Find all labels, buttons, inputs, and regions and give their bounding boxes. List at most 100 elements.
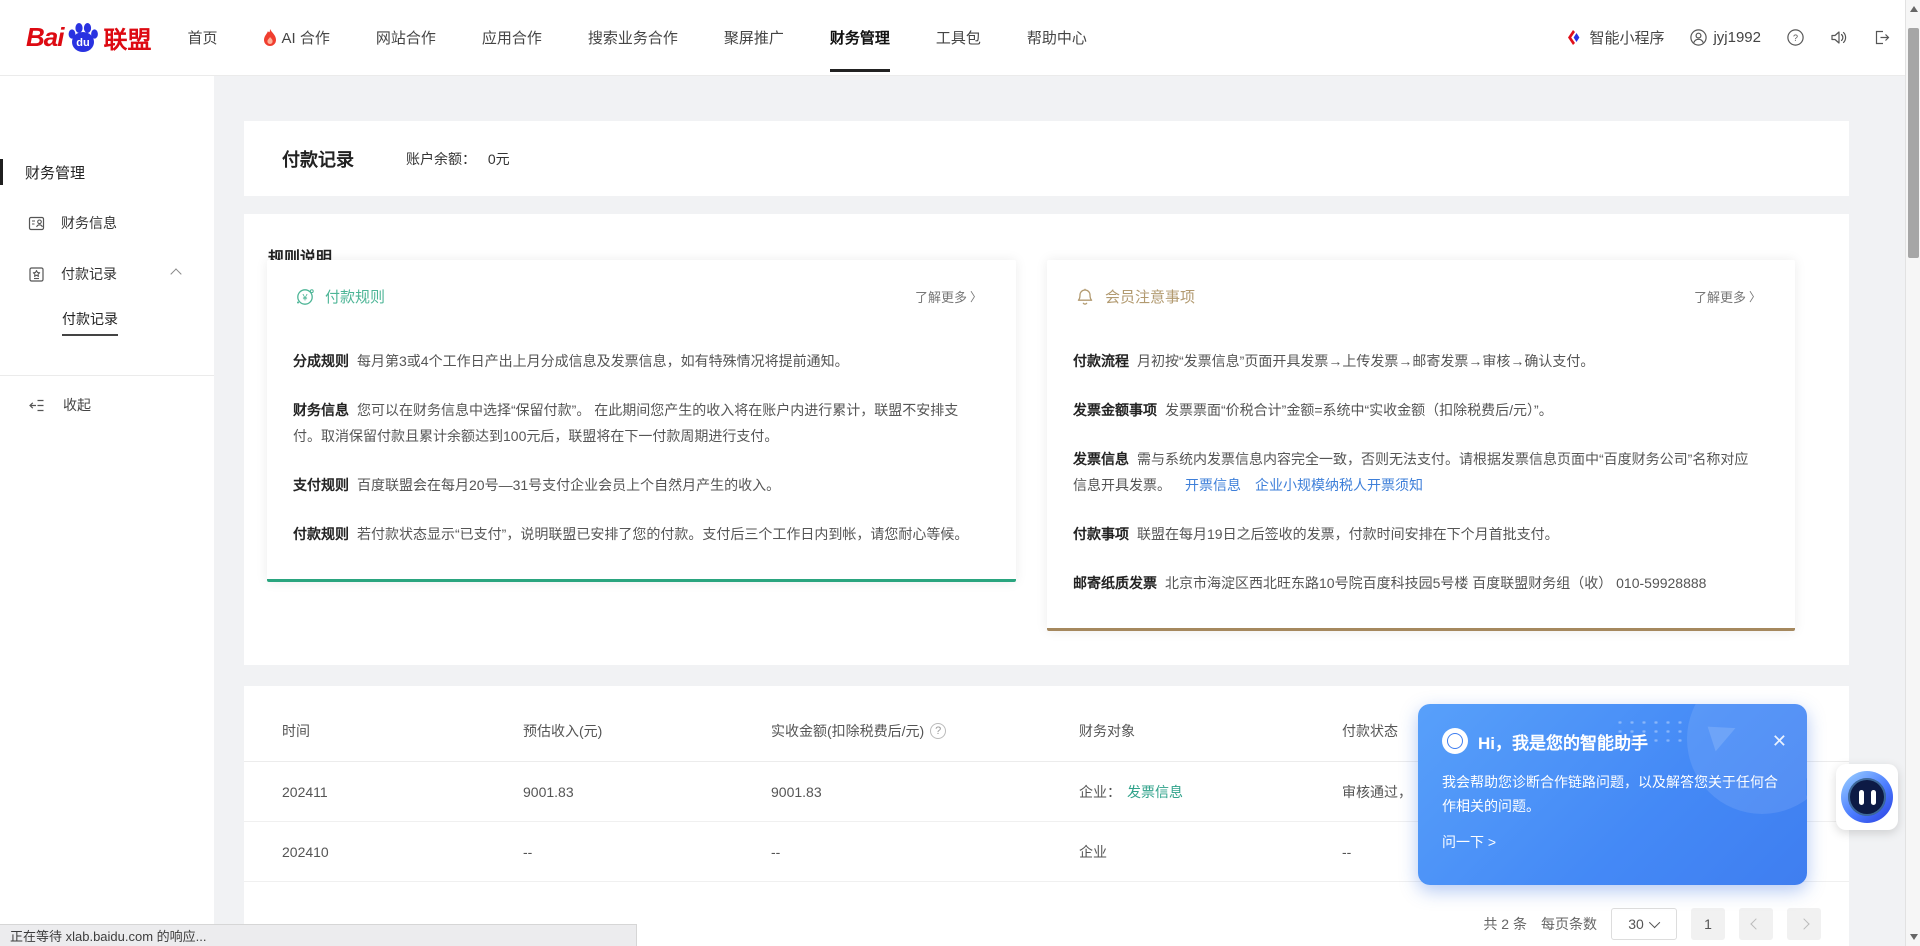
cell-estimated: 9001.83 bbox=[523, 784, 771, 800]
prev-page-button[interactable] bbox=[1739, 908, 1773, 940]
collapse-label: 收起 bbox=[63, 395, 91, 415]
scroll-up-arrow-icon[interactable] bbox=[1910, 6, 1918, 12]
help-icon: ? bbox=[1787, 29, 1804, 46]
sidebar-item-finance-info[interactable]: 财务信息 bbox=[0, 208, 214, 238]
nav-ai-cooperation[interactable]: AI 合作 bbox=[263, 0, 329, 75]
rule-paragraph: 付款事项联盟在每月19日之后签收的发票，付款时间安排在下个月首批支付。 bbox=[1073, 521, 1757, 547]
smart-miniprogram-entry[interactable]: 智能小程序 bbox=[1566, 27, 1664, 48]
per-page-select[interactable]: 30 bbox=[1611, 908, 1677, 940]
help-button[interactable]: ? bbox=[1787, 29, 1804, 46]
next-page-button[interactable] bbox=[1787, 908, 1821, 940]
nav-screen-promotion[interactable]: 聚屏推广 bbox=[724, 0, 784, 75]
nav-app-cooperation[interactable]: 应用合作 bbox=[482, 0, 542, 75]
user-icon bbox=[1690, 29, 1707, 46]
sidebar-item-label: 付款记录 bbox=[61, 264, 117, 284]
sidebar-collapse-button[interactable]: 收起 bbox=[0, 391, 214, 419]
assistant-header: Hi，我是您的智能助手 ✕ bbox=[1442, 728, 1787, 754]
member-notes-body: 付款流程月初按“发票信息”页面开具发票→上传发票→邮寄发票→审核→确认支付。 发… bbox=[1073, 348, 1757, 619]
sidebar-item-payment-records[interactable]: 付款记录 bbox=[0, 259, 214, 289]
smart-assistant-popup: Hi，我是您的智能助手 ✕ 我会帮助您诊断合作链路问题，以及解答您关于任何合作相… bbox=[1418, 704, 1807, 885]
assistant-robot-avatar[interactable] bbox=[1836, 764, 1898, 830]
user-account[interactable]: jyj1992 bbox=[1690, 29, 1761, 46]
assistant-message: 我会帮助您诊断合作链路问题，以及解答您关于任何合作相关的问题。 bbox=[1442, 770, 1784, 818]
coin-yuan-icon: ¥ bbox=[295, 287, 315, 307]
balance-value: 0元 bbox=[488, 151, 510, 167]
svg-text:du: du bbox=[77, 37, 90, 49]
cell-finance-target: 企业：发票信息 bbox=[1079, 782, 1342, 802]
logout-icon bbox=[1873, 29, 1890, 46]
nav-website-cooperation[interactable]: 网站合作 bbox=[376, 0, 436, 75]
sidebar-group-finance-management: 财务管理 bbox=[0, 158, 214, 186]
total-count: 共 2 条 bbox=[1483, 914, 1527, 934]
compass-icon bbox=[1442, 728, 1468, 754]
payment-rules-header: ¥ 付款规则 了解更多〉 bbox=[295, 286, 982, 307]
cell-time: 202411 bbox=[282, 784, 523, 800]
svg-text:?: ? bbox=[1793, 33, 1798, 43]
chevron-right-icon: 〉 bbox=[970, 288, 982, 305]
rule-paragraph: 支付规则百度联盟会在每月20号—31号支付企业会员上个自然月产生的收入。 bbox=[293, 472, 978, 498]
browser-scrollbar[interactable] bbox=[1905, 0, 1920, 946]
nav-help-center[interactable]: 帮助中心 bbox=[1027, 0, 1087, 75]
sidebar-subitem-payment-records-active[interactable]: 付款记录 bbox=[62, 309, 118, 335]
invoice-info-table-link[interactable]: 发票信息 bbox=[1127, 784, 1183, 800]
sidebar-item-label: 财务信息 bbox=[61, 213, 117, 233]
column-header-estimated-income: 预估收入(元) bbox=[523, 721, 771, 741]
column-header-time: 时间 bbox=[282, 721, 523, 741]
miniprogram-diamond-icon bbox=[1566, 29, 1583, 46]
column-header-actual-amount: 实收金额(扣除税费后/元) ? bbox=[771, 721, 1079, 741]
member-notes-header: 会员注意事项 了解更多〉 bbox=[1075, 286, 1761, 307]
logo-union-text: 联盟 bbox=[103, 20, 151, 55]
nav-home[interactable]: 首页 bbox=[187, 0, 217, 75]
chevron-left-icon bbox=[1750, 918, 1761, 929]
chevron-right-icon bbox=[1798, 918, 1809, 929]
rule-paragraph: 分成规则每月第3或4个工作日产出上月分成信息及发票信息，如有特殊情况将提前通知。 bbox=[293, 348, 978, 374]
nav-toolkit[interactable]: 工具包 bbox=[936, 0, 981, 75]
svg-text:¥: ¥ bbox=[301, 292, 308, 302]
scroll-down-arrow-icon[interactable] bbox=[1910, 934, 1918, 940]
question-circle-icon[interactable]: ? bbox=[930, 723, 946, 739]
assistant-title: Hi，我是您的智能助手 bbox=[1478, 729, 1648, 754]
bell-icon bbox=[1075, 287, 1095, 307]
baidu-paw-icon: du bbox=[65, 21, 101, 55]
ask-now-link[interactable]: 问一下 > bbox=[1442, 832, 1496, 852]
scrollbar-thumb[interactable] bbox=[1908, 28, 1919, 258]
logout-button[interactable] bbox=[1873, 29, 1890, 46]
cell-finance-target: 企业 bbox=[1079, 842, 1342, 862]
sidebar-group-title: 财务管理 bbox=[25, 162, 85, 183]
rule-paragraph: 财务信息您可以在财务信息中选择“保留付款”。 在此期间您产生的收入将在账户内进行… bbox=[293, 397, 978, 449]
payment-record-icon bbox=[28, 266, 45, 283]
sidebar: 财务管理 财务信息 付款记录 付款记录 收起 bbox=[0, 76, 214, 946]
member-notes-more-link[interactable]: 了解更多〉 bbox=[1694, 287, 1761, 306]
close-icon[interactable]: ✕ bbox=[1772, 732, 1787, 750]
balance-label: 账户余额： bbox=[406, 151, 476, 167]
baidu-union-logo[interactable]: Bai du 联盟 bbox=[26, 20, 151, 55]
pagination: 共 2 条 每页条数 30 1 bbox=[1483, 908, 1821, 940]
speaker-icon bbox=[1830, 29, 1847, 46]
logo-bai-text: Bai bbox=[26, 22, 63, 53]
rule-paragraph: 邮寄纸质发票北京市海淀区西北旺东路10号院百度科技园5号楼 百度联盟财务组（收）… bbox=[1073, 570, 1757, 596]
payment-rules-body: 分成规则每月第3或4个工作日产出上月分成信息及发票信息，如有特殊情况将提前通知。… bbox=[293, 348, 978, 570]
small-taxpayer-notice-link[interactable]: 企业小规模纳税人开票须知 bbox=[1255, 477, 1423, 493]
page-number-button[interactable]: 1 bbox=[1691, 908, 1725, 940]
rule-paragraph: 付款流程月初按“发票信息”页面开具发票→上传发票→邮寄发票→审核→确认支付。 bbox=[1073, 348, 1757, 374]
cell-time: 202410 bbox=[282, 844, 523, 860]
payment-rules-more-link[interactable]: 了解更多〉 bbox=[915, 287, 982, 306]
account-balance: 账户余额： 0元 bbox=[406, 149, 510, 169]
cell-actual: 9001.83 bbox=[771, 784, 1079, 800]
cell-actual: -- bbox=[771, 844, 1079, 860]
sound-button[interactable] bbox=[1830, 29, 1847, 46]
nav-finance-management[interactable]: 财务管理 bbox=[830, 0, 890, 75]
member-notes-title: 会员注意事项 bbox=[1105, 286, 1195, 307]
payment-rules-title: 付款规则 bbox=[325, 286, 385, 307]
rule-paragraph: 付款规则若付款状态显示“已支付”，说明联盟已安排了您的付款。支付后三个工作日内到… bbox=[293, 521, 978, 547]
page-title: 付款记录 bbox=[282, 146, 354, 172]
per-page-label: 每页条数 bbox=[1541, 914, 1597, 934]
invoice-info-link[interactable]: 开票信息 bbox=[1185, 477, 1241, 493]
main-menu: 首页 AI 合作 网站合作 应用合作 搜索业务合作 聚屏推广 财务管理 工具包 … bbox=[187, 0, 1086, 75]
top-navigation: Bai du 联盟 首页 AI 合作 网站合作 应用合作 搜索业务合作 聚屏推广 bbox=[0, 0, 1920, 76]
popup-arrow bbox=[1806, 778, 1807, 796]
finance-info-icon bbox=[28, 215, 45, 232]
sidebar-subitem-label: 付款记录 bbox=[62, 309, 118, 336]
browser-status-bar: 正在等待 xlab.baidu.com 的响应... bbox=[0, 924, 637, 946]
nav-search-business[interactable]: 搜索业务合作 bbox=[588, 0, 678, 75]
